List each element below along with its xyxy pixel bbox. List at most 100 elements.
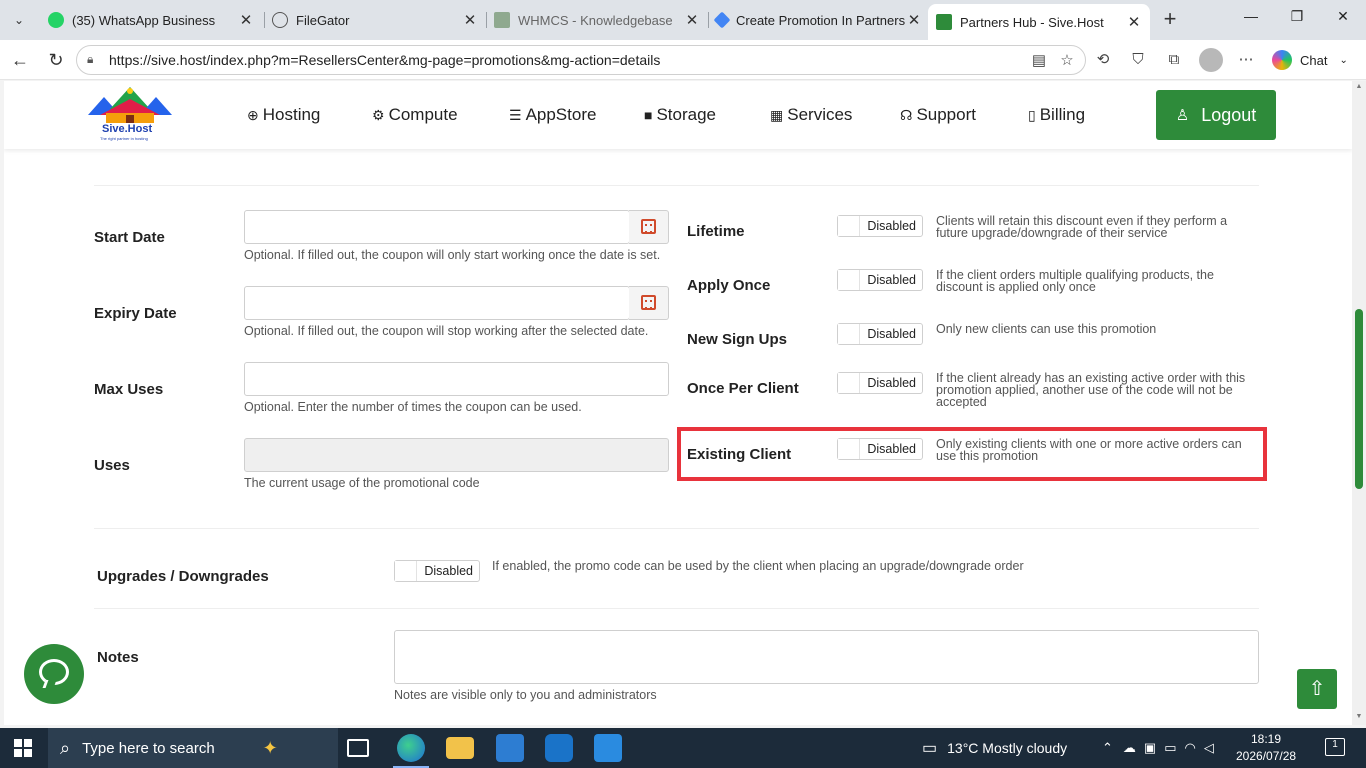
close-tab-icon[interactable]: ✕ — [238, 11, 254, 29]
new-sign-ups-label: New Sign Ups — [687, 331, 788, 348]
more-options-icon[interactable]: ⋯ — [1236, 50, 1256, 70]
new-tab-button[interactable]: + — [1158, 8, 1182, 32]
lock-icon[interactable]: 🔒︎ — [87, 52, 101, 68]
history-icon[interactable]: ⟲ — [1093, 50, 1113, 70]
existing-client-toggle[interactable]: Disabled — [837, 438, 923, 460]
battery-icon[interactable]: ▭ — [1164, 740, 1176, 756]
refresh-icon[interactable]: ↻ — [44, 48, 68, 72]
nav-label: Services — [787, 105, 853, 124]
start-date-calendar-button[interactable] — [629, 210, 669, 244]
reader-mode-icon[interactable]: ▤ — [1029, 51, 1049, 71]
nav-billing[interactable]: ▯ Billing — [1028, 105, 1085, 125]
file-explorer-icon[interactable] — [446, 737, 474, 759]
tab-title: FileGator — [296, 12, 350, 28]
minimize-icon[interactable]: — — [1228, 8, 1274, 32]
scrollbar-thumb[interactable] — [1355, 309, 1363, 489]
nav-services[interactable]: ▦ Services — [770, 105, 852, 125]
expiry-date-help: Optional. If filled out, the coupon will… — [244, 324, 649, 338]
expiry-date-calendar-button[interactable] — [629, 286, 669, 320]
screenshot-icon[interactable]: ⧉ — [1164, 50, 1184, 70]
restore-icon[interactable]: ❐ — [1274, 8, 1320, 32]
lifetime-toggle[interactable]: Disabled — [837, 215, 923, 237]
nav-label: Billing — [1039, 105, 1086, 124]
tab-actions-menu-icon[interactable]: ⌄ — [6, 7, 32, 33]
tab-gemini[interactable]: Create Promotion In Partners H ✕ — [708, 6, 930, 34]
start-date-help: Optional. If filled out, the coupon will… — [244, 248, 661, 262]
site-header: Sive.Host The right partner in hosting ⊕… — [4, 81, 1352, 149]
max-uses-help: Optional. Enter the number of times the … — [244, 400, 582, 414]
tab-title: (35) WhatsApp Business — [72, 12, 216, 28]
scroll-top-button[interactable]: ⇧ — [1297, 669, 1337, 709]
start-date-input[interactable] — [244, 210, 630, 244]
volume-icon[interactable]: ◁ — [1204, 740, 1214, 756]
toggle-state: Disabled — [867, 327, 916, 341]
toggle-state: Disabled — [867, 442, 916, 456]
nav-support[interactable]: ☊ Support — [900, 105, 976, 125]
notifications-icon[interactable]: 1 — [1325, 738, 1345, 756]
task-view-icon[interactable] — [347, 739, 369, 757]
system-tray[interactable]: ⌃ ☁ ▣ ▭ ◠ ◁ — [1102, 728, 1214, 768]
expiry-date-input[interactable] — [244, 286, 630, 320]
database-icon: ☰ — [509, 106, 522, 123]
once-per-client-toggle[interactable]: Disabled — [837, 372, 923, 394]
favorite-star-icon[interactable]: ☆ — [1057, 51, 1077, 71]
upgrades-downgrades-toggle[interactable]: Disabled — [394, 560, 480, 582]
edge-icon[interactable] — [393, 734, 429, 768]
taskbar-search[interactable]: ⌕ Type here to search ✦ — [48, 728, 338, 768]
tab-filegator[interactable]: FileGator ✕ — [264, 6, 486, 34]
close-tab-icon[interactable]: ✕ — [462, 11, 478, 29]
windows-taskbar: ⌕ Type here to search ✦ ▭ 13°C Mostly cl… — [0, 728, 1366, 768]
chevron-up-icon[interactable]: ⌃ — [1102, 740, 1113, 756]
nav-compute[interactable]: ⚙ Compute — [372, 105, 458, 125]
site-logo[interactable]: Sive.Host The right partner in hosting — [82, 85, 178, 143]
lifetime-description: Clients will retain this discount even i… — [936, 214, 1228, 240]
nav-hosting[interactable]: ⊕ Hosting — [247, 105, 320, 125]
microsoft-store-icon[interactable] — [496, 734, 524, 762]
apply-once-toggle[interactable]: Disabled — [837, 269, 923, 291]
existing-client-description: Only existing clients with one or more a… — [936, 437, 1242, 463]
nav-storage[interactable]: ■ Storage — [644, 105, 716, 125]
tab-whatsapp[interactable]: (35) WhatsApp Business ✕ — [40, 6, 262, 34]
close-tab-icon[interactable]: ✕ — [684, 11, 700, 29]
once-per-client-label: Once Per Client — [687, 380, 799, 397]
tab-partners-hub[interactable]: Partners Hub - Sive.Host ✕ — [928, 4, 1150, 40]
new-sign-ups-toggle[interactable]: Disabled — [837, 323, 923, 345]
expiry-date-label: Expiry Date — [94, 305, 177, 322]
apply-once-description: If the client orders multiple qualifying… — [936, 268, 1214, 294]
copilot-chat-button[interactable]: Chat ⌄ — [1272, 48, 1348, 72]
taskbar-clock[interactable]: 18:19 2026/07/28 — [1236, 731, 1296, 765]
windows-start-icon[interactable] — [14, 739, 32, 757]
toggle-knob — [838, 216, 860, 236]
nav-label: Storage — [656, 105, 717, 124]
url-text[interactable]: https://sive.host/index.php?m=ResellersC… — [109, 52, 660, 68]
notes-textarea[interactable] — [394, 630, 1259, 684]
tab-whmcs[interactable]: WHMCS - Knowledgebase ✕ — [486, 6, 708, 34]
uses-help: The current usage of the promotional cod… — [244, 476, 480, 490]
nav-appstore[interactable]: ☰ AppStore — [509, 105, 596, 125]
address-bar[interactable]: 🔒︎ https://sive.host/index.php?m=Reselle… — [76, 45, 1086, 75]
apply-once-label: Apply Once — [687, 277, 771, 294]
tab-title: Partners Hub - Sive.Host — [960, 14, 1104, 30]
wifi-icon[interactable]: ◠ — [1185, 740, 1196, 756]
logout-button[interactable]: ♙ Logout — [1156, 90, 1276, 140]
close-tab-icon[interactable]: ✕ — [906, 11, 922, 29]
close-tab-icon[interactable]: ✕ — [1126, 13, 1142, 31]
max-uses-input[interactable] — [244, 362, 669, 396]
outlook-icon[interactable] — [545, 734, 573, 762]
scroll-up-icon[interactable]: ▲ — [1355, 83, 1363, 90]
cloud-icon[interactable]: ☁ — [1123, 740, 1136, 756]
toggle-knob — [395, 561, 417, 581]
scroll-down-icon[interactable]: ▼ — [1355, 713, 1363, 720]
gift-icon: ▦ — [770, 106, 784, 123]
live-chat-button[interactable] — [24, 644, 84, 704]
profile-avatar[interactable] — [1199, 48, 1223, 72]
window-close-icon[interactable]: ✕ — [1320, 8, 1366, 32]
calendar-icon — [641, 219, 656, 234]
weather-widget[interactable]: ▭ 13°C Mostly cloudy — [922, 728, 1067, 768]
toggle-knob — [838, 373, 860, 393]
photos-icon[interactable] — [594, 734, 622, 762]
page-scrollbar[interactable]: ▲ ▼ — [1352, 81, 1366, 725]
back-arrow-icon[interactable]: ← — [8, 48, 32, 72]
display-icon[interactable]: ▣ — [1144, 740, 1156, 756]
shield-icon[interactable]: ⛉ — [1128, 50, 1148, 70]
